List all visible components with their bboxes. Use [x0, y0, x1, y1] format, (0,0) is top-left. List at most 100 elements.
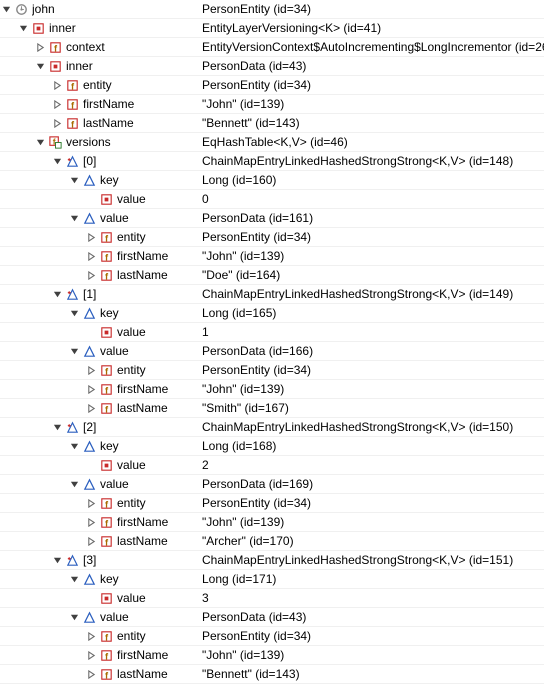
tree-row[interactable]: innerEntityLayerVersioning<K> (id=41) — [0, 19, 544, 38]
tree-row[interactable]: fentityPersonEntity (id=34) — [0, 76, 544, 95]
tree-row[interactable]: keyLong (id=168) — [0, 437, 544, 456]
tree-row[interactable]: [2]ChainMapEntryLinkedHashedStrongStrong… — [0, 418, 544, 437]
chevron-right-icon[interactable] — [85, 364, 97, 376]
chevron-down-icon[interactable] — [68, 212, 80, 224]
tree-row[interactable]: fversionsEqHashTable<K,V> (id=46) — [0, 133, 544, 152]
chevron-down-icon[interactable] — [51, 421, 63, 433]
tree-row[interactable]: valuePersonData (id=161) — [0, 209, 544, 228]
tree-row[interactable]: value3 — [0, 589, 544, 608]
tree-row[interactable]: ffirstName"John" (id=139) — [0, 380, 544, 399]
field-icon: f — [65, 97, 80, 112]
chevron-down-icon[interactable] — [17, 22, 29, 34]
field-icon: f — [48, 40, 63, 55]
chevron-right-icon[interactable] — [85, 516, 97, 528]
tree-row[interactable]: value2 — [0, 456, 544, 475]
chevron-right-icon[interactable] — [85, 630, 97, 642]
tree-row[interactable]: [1]ChainMapEntryLinkedHashedStrongStrong… — [0, 285, 544, 304]
name-cell: fentity — [0, 496, 200, 511]
node-name: value — [100, 610, 129, 624]
tree-row[interactable]: [0]ChainMapEntryLinkedHashedStrongStrong… — [0, 152, 544, 171]
name-cell: fversions — [0, 135, 200, 150]
tree-row[interactable]: ffirstName"John" (id=139) — [0, 95, 544, 114]
tree-row[interactable]: flastName"Smith" (id=167) — [0, 399, 544, 418]
chevron-down-icon[interactable] — [68, 573, 80, 585]
tree-row[interactable]: valuePersonData (id=166) — [0, 342, 544, 361]
chevron-right-icon[interactable] — [85, 535, 97, 547]
indent — [0, 427, 51, 428]
chevron-right-icon[interactable] — [51, 98, 63, 110]
class-icon — [99, 591, 114, 606]
tree-row[interactable]: flastName"Doe" (id=164) — [0, 266, 544, 285]
indent — [0, 598, 85, 599]
tree-row[interactable]: value0 — [0, 190, 544, 209]
tree-row[interactable]: valuePersonData (id=43) — [0, 608, 544, 627]
tree-row[interactable]: valuePersonData (id=169) — [0, 475, 544, 494]
field-icon: f — [99, 496, 114, 511]
chevron-right-icon[interactable] — [85, 668, 97, 680]
tree-row[interactable]: ffirstName"John" (id=139) — [0, 513, 544, 532]
chevron-right-icon[interactable] — [51, 117, 63, 129]
indent — [0, 313, 68, 314]
chevron-down-icon[interactable] — [51, 155, 63, 167]
tree-row[interactable]: keyLong (id=165) — [0, 304, 544, 323]
chevron-right-icon[interactable] — [34, 41, 46, 53]
chevron-right-icon[interactable] — [51, 79, 63, 91]
node-value: PersonEntity (id=34) — [200, 363, 544, 377]
chevron-right-icon[interactable] — [85, 231, 97, 243]
tree-row[interactable]: flastName"Bennett" (id=143) — [0, 114, 544, 133]
indent — [0, 123, 51, 124]
tree-row[interactable]: fentityPersonEntity (id=34) — [0, 627, 544, 646]
tree-row[interactable]: [3]ChainMapEntryLinkedHashedStrongStrong… — [0, 551, 544, 570]
indent — [0, 389, 85, 390]
indent — [0, 484, 68, 485]
chevron-right-icon[interactable] — [85, 383, 97, 395]
chevron-down-icon[interactable] — [68, 174, 80, 186]
tree-row[interactable]: johnPersonEntity (id=34) — [0, 0, 544, 19]
chevron-down-icon[interactable] — [68, 478, 80, 490]
indent — [0, 370, 85, 371]
chevron-down-icon[interactable] — [68, 440, 80, 452]
tree-row[interactable]: fcontextEntityVersionContext$AutoIncreme… — [0, 38, 544, 57]
tree-row[interactable]: fentityPersonEntity (id=34) — [0, 228, 544, 247]
tree-row[interactable]: value1 — [0, 323, 544, 342]
name-cell: fentity — [0, 78, 200, 93]
node-value: "John" (id=139) — [200, 97, 544, 111]
class-icon — [99, 458, 114, 473]
name-cell: fcontext — [0, 40, 200, 55]
tree-row[interactable]: ffirstName"John" (id=139) — [0, 646, 544, 665]
tree-row[interactable]: ffirstName"John" (id=139) — [0, 247, 544, 266]
field-icon: f — [99, 268, 114, 283]
tree-row[interactable]: keyLong (id=171) — [0, 570, 544, 589]
tree-row[interactable]: flastName"Archer" (id=170) — [0, 532, 544, 551]
node-value: "Bennett" (id=143) — [200, 116, 544, 130]
chevron-right-icon[interactable] — [85, 402, 97, 414]
name-cell: ffirstName — [0, 515, 200, 530]
tree-row[interactable]: fentityPersonEntity (id=34) — [0, 361, 544, 380]
chevron-down-icon[interactable] — [34, 60, 46, 72]
chevron-down-icon[interactable] — [68, 345, 80, 357]
chevron-right-icon[interactable] — [85, 250, 97, 262]
node-value: PersonEntity (id=34) — [200, 2, 544, 16]
tree-row[interactable]: keyLong (id=160) — [0, 171, 544, 190]
tree-row[interactable]: fentityPersonEntity (id=34) — [0, 494, 544, 513]
chevron-right-icon[interactable] — [85, 649, 97, 661]
indent — [0, 256, 85, 257]
indent — [0, 142, 34, 143]
node-value: EntityLayerVersioning<K> (id=41) — [200, 21, 544, 35]
chevron-down-icon[interactable] — [0, 3, 12, 15]
chevron-right-icon[interactable] — [85, 497, 97, 509]
chevron-down-icon[interactable] — [51, 288, 63, 300]
class-icon — [31, 21, 46, 36]
name-cell: value — [0, 591, 200, 606]
name-cell: inner — [0, 21, 200, 36]
chevron-down-icon[interactable] — [34, 136, 46, 148]
node-value: PersonData (id=43) — [200, 59, 544, 73]
chevron-down-icon[interactable] — [51, 554, 63, 566]
tree-row[interactable]: innerPersonData (id=43) — [0, 57, 544, 76]
chevron-down-icon[interactable] — [68, 307, 80, 319]
tree-row[interactable]: flastName"Bennett" (id=143) — [0, 665, 544, 684]
chevron-right-icon[interactable] — [85, 269, 97, 281]
indent — [0, 237, 85, 238]
chevron-down-icon[interactable] — [68, 611, 80, 623]
node-value: "John" (id=139) — [200, 249, 544, 263]
